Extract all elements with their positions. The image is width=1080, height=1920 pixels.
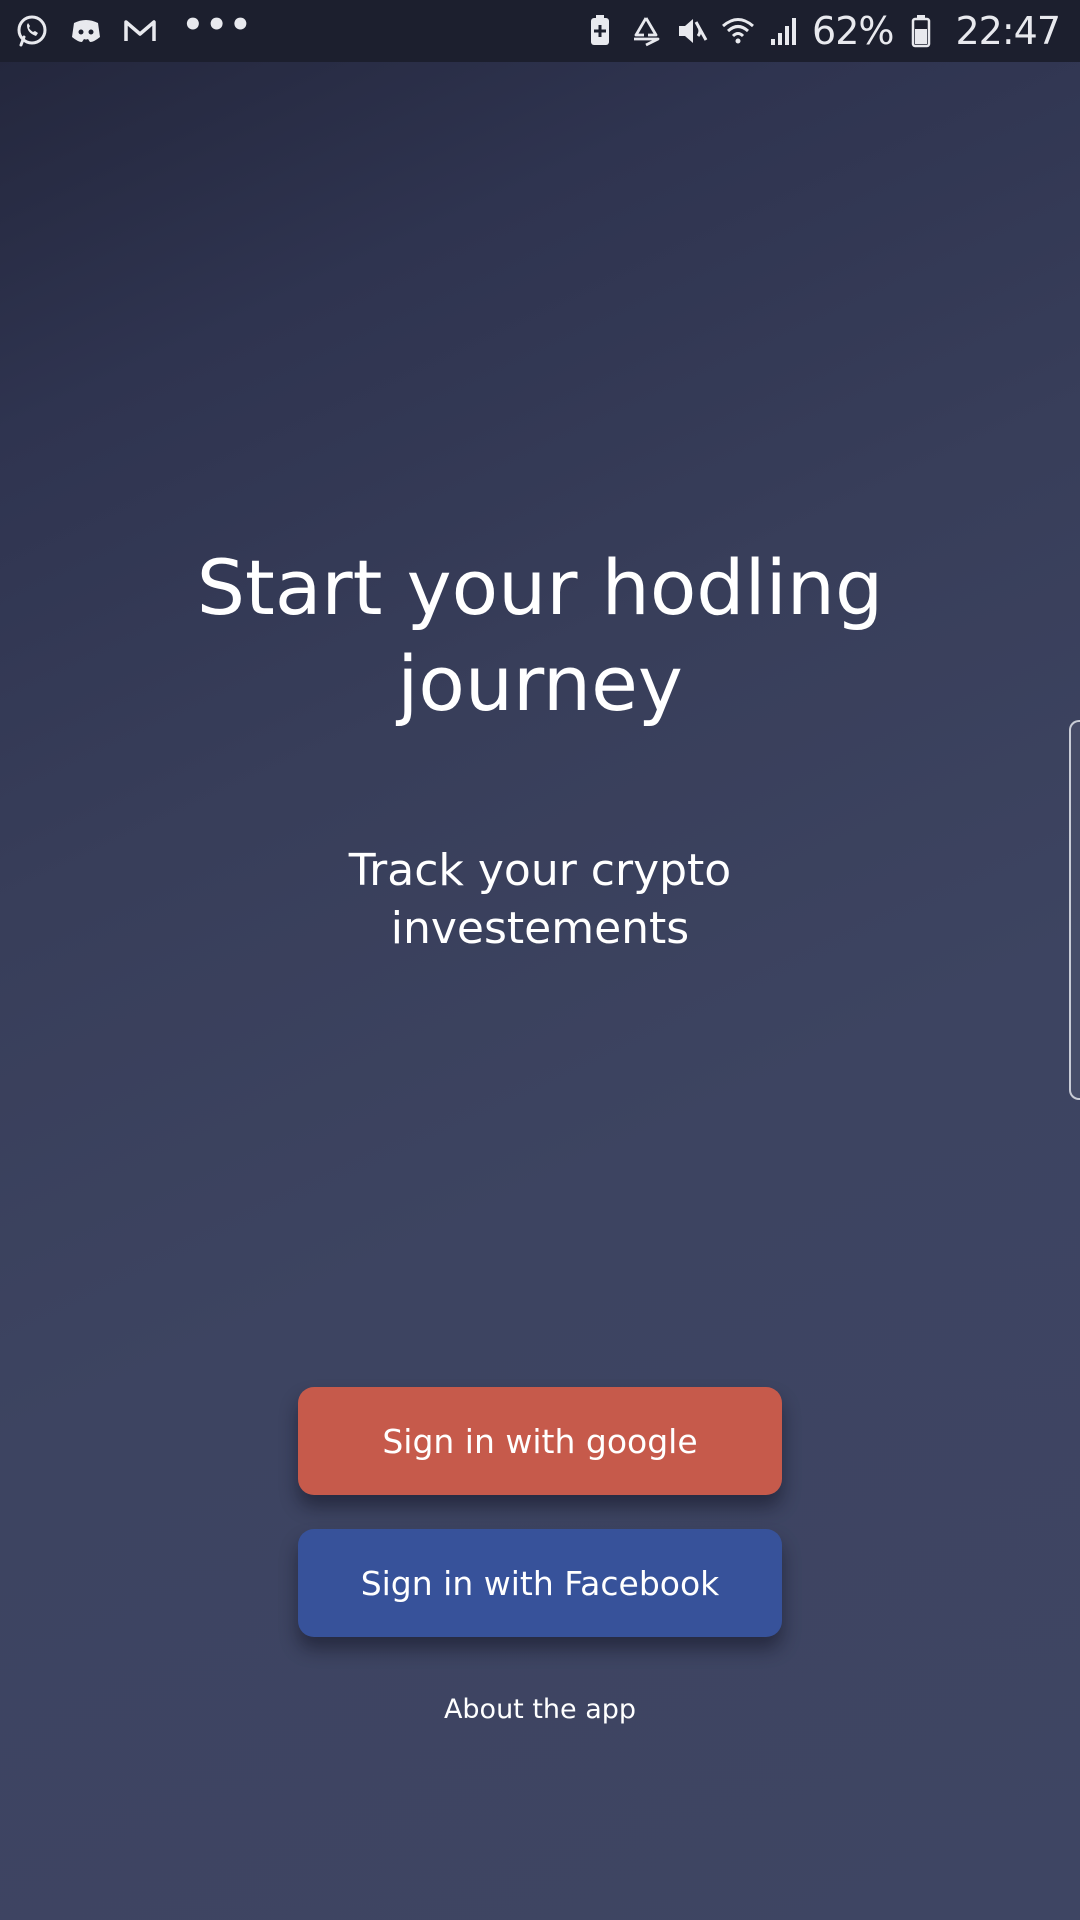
edge-panel-handle[interactable] bbox=[1069, 720, 1080, 1100]
clock: 22:47 bbox=[955, 9, 1061, 53]
status-bar: ••• 62% 22:47 bbox=[0, 0, 1080, 62]
sign-in-google-button[interactable]: Sign in with google bbox=[298, 1387, 782, 1495]
battery-percent: 62% bbox=[812, 9, 894, 53]
subtitle-line-1: Track your crypto bbox=[348, 845, 732, 896]
about-app-link[interactable]: About the app bbox=[0, 1694, 1080, 1725]
gmail-icon bbox=[122, 13, 158, 49]
more-notifications-indicator: ••• bbox=[182, 5, 254, 45]
page-subtitle: Track your crypto investements bbox=[0, 842, 1080, 958]
system-indicators: 62% 22:47 bbox=[582, 0, 1061, 62]
wifi-icon bbox=[720, 13, 756, 49]
battery-icon bbox=[903, 13, 939, 49]
recycle-icon bbox=[628, 13, 664, 49]
page-title: Start your hodling journey bbox=[0, 540, 1080, 732]
sign-in-facebook-button[interactable]: Sign in with Facebook bbox=[298, 1529, 782, 1637]
battery-saver-icon bbox=[582, 13, 618, 49]
notification-icons: ••• bbox=[14, 0, 253, 62]
discord-icon bbox=[68, 13, 104, 49]
app-screen: ••• 62% 22:47 Start your hodling journey… bbox=[0, 0, 1080, 1920]
title-line-1: Start your hodling bbox=[196, 543, 884, 632]
whatsapp-icon bbox=[14, 13, 50, 49]
subtitle-line-2: investements bbox=[390, 903, 690, 954]
signal-icon bbox=[766, 13, 802, 49]
title-line-2: journey bbox=[397, 639, 683, 728]
sign-in-google-label: Sign in with google bbox=[382, 1421, 698, 1461]
sign-in-facebook-label: Sign in with Facebook bbox=[360, 1563, 720, 1603]
mute-icon bbox=[674, 13, 710, 49]
